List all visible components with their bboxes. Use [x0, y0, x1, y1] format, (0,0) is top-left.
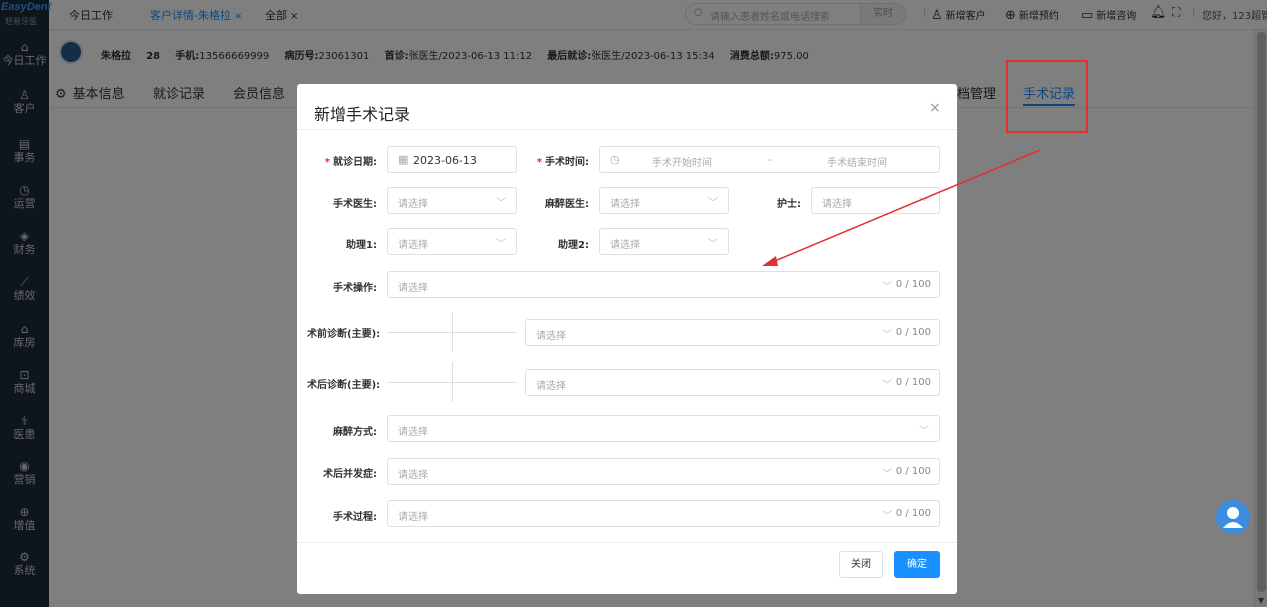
anesthetist-label: 麻醉医生: [545, 199, 589, 210]
annotation-highlight-box [1006, 60, 1088, 133]
pre-diagnosis-select[interactable]: 请选择 ﹀ 0 / 100 [525, 319, 940, 346]
operation-select[interactable]: 请选择 ﹀ 0 / 100 [387, 271, 940, 298]
nurse-select[interactable]: 请选择 ﹀ [811, 187, 940, 214]
anesthesia-method-select[interactable]: 请选择 ﹀ [387, 415, 940, 442]
surgery-start-input[interactable]: 手术开始时间 [652, 154, 712, 169]
chevron-down-icon: ﹀ [882, 282, 892, 293]
visit-date-picker[interactable]: ▦ 2023-06-13 [387, 146, 517, 173]
select-placeholder: 请选择 [398, 470, 428, 481]
surgery-process-select[interactable]: 请选择 ﹀ 0 / 100 [387, 500, 940, 527]
surgeon-select[interactable]: 请选择 ﹀ [387, 187, 517, 214]
char-counter: 0 / 100 [895, 377, 931, 388]
close-icon[interactable]: × [929, 100, 941, 116]
add-surgery-record-dialog: 新增手术记录 × * 就诊日期: ▦ 2023-06-13 * 手术时间: ◷ 手术… [297, 84, 957, 594]
nurse-label: 护士: [777, 199, 801, 210]
select-placeholder: 请选择 [536, 381, 566, 392]
clock-icon: ◷ [610, 153, 620, 166]
select-placeholder: 请选择 [536, 331, 566, 342]
chevron-down-icon: ﹀ [882, 469, 892, 480]
chevron-down-icon: ﹀ [708, 198, 718, 209]
select-placeholder: 请选择 [610, 240, 640, 251]
complication-label: 术后并发症: [323, 469, 377, 480]
visit-date-value: 2023-06-13 [413, 154, 477, 167]
pre-diagnosis-label: 术前诊断(主要): [307, 329, 381, 340]
chevron-down-icon: ﹀ [919, 198, 929, 209]
confirm-button[interactable]: 确定 [894, 551, 940, 578]
operation-label: 手术操作: [333, 283, 377, 294]
complication-select[interactable]: 请选择 ﹀ 0 / 100 [387, 458, 940, 485]
dialog-title: 新增手术记录 [314, 105, 411, 124]
assistant1-label: 助理1: [346, 240, 377, 251]
tooth-chart-vline [452, 362, 453, 402]
select-placeholder: 请选择 [398, 199, 428, 210]
assistant1-select[interactable]: 请选择 ﹀ [387, 228, 517, 255]
calendar-icon: ▦ [398, 153, 409, 166]
surgery-end-input[interactable]: 手术结束时间 [827, 154, 887, 169]
close-button[interactable]: 关闭 [839, 551, 883, 578]
select-placeholder: 请选择 [822, 199, 852, 210]
support-agent-icon [1223, 507, 1243, 528]
visit-date-label: * 就诊日期: [317, 153, 377, 168]
chevron-down-icon: ﹀ [882, 330, 892, 341]
chevron-down-icon: ﹀ [919, 426, 929, 437]
divider [297, 542, 957, 543]
chevron-down-icon: ﹀ [882, 511, 892, 522]
customer-service-button[interactable] [1216, 500, 1250, 534]
post-diagnosis-select[interactable]: 请选择 ﹀ 0 / 100 [525, 369, 940, 396]
pre-diagnosis-tooth-chart[interactable] [387, 312, 527, 352]
divider [297, 129, 957, 130]
select-placeholder: 请选择 [398, 283, 428, 294]
assistant2-select[interactable]: 请选择 ﹀ [599, 228, 729, 255]
surgery-time-range-picker[interactable]: ◷ 手术开始时间 - 手术结束时间 [599, 146, 940, 173]
char-counter: 0 / 100 [895, 466, 931, 477]
select-placeholder: 请选择 [610, 199, 640, 210]
chevron-down-icon: ﹀ [708, 239, 718, 250]
select-placeholder: 请选择 [398, 512, 428, 523]
anesthesia-method-label: 麻醉方式: [333, 427, 377, 438]
select-placeholder: 请选择 [398, 240, 428, 251]
surgery-process-label: 手术过程: [333, 512, 377, 523]
select-placeholder: 请选择 [398, 427, 428, 438]
char-counter: 0 / 100 [895, 279, 931, 290]
char-counter: 0 / 100 [895, 508, 931, 519]
post-diagnosis-label: 术后诊断(主要): [307, 380, 381, 391]
label-text: 就诊日期: [333, 157, 377, 168]
chevron-down-icon: ﹀ [882, 380, 892, 391]
chevron-down-icon: ﹀ [496, 239, 506, 250]
label-text: 手术时间: [545, 157, 589, 168]
char-counter: 0 / 100 [895, 327, 931, 338]
assistant2-label: 助理2: [558, 240, 589, 251]
surgery-time-label: * 手术时间: [529, 153, 589, 168]
post-diagnosis-tooth-chart[interactable] [387, 362, 527, 402]
range-separator: - [768, 153, 772, 166]
required-mark: * [536, 157, 542, 168]
chevron-down-icon: ﹀ [496, 198, 506, 209]
anesthetist-select[interactable]: 请选择 ﹀ [599, 187, 729, 214]
surgeon-label: 手术医生: [333, 199, 377, 210]
required-mark: * [324, 157, 330, 168]
tooth-chart-vline [452, 312, 453, 352]
